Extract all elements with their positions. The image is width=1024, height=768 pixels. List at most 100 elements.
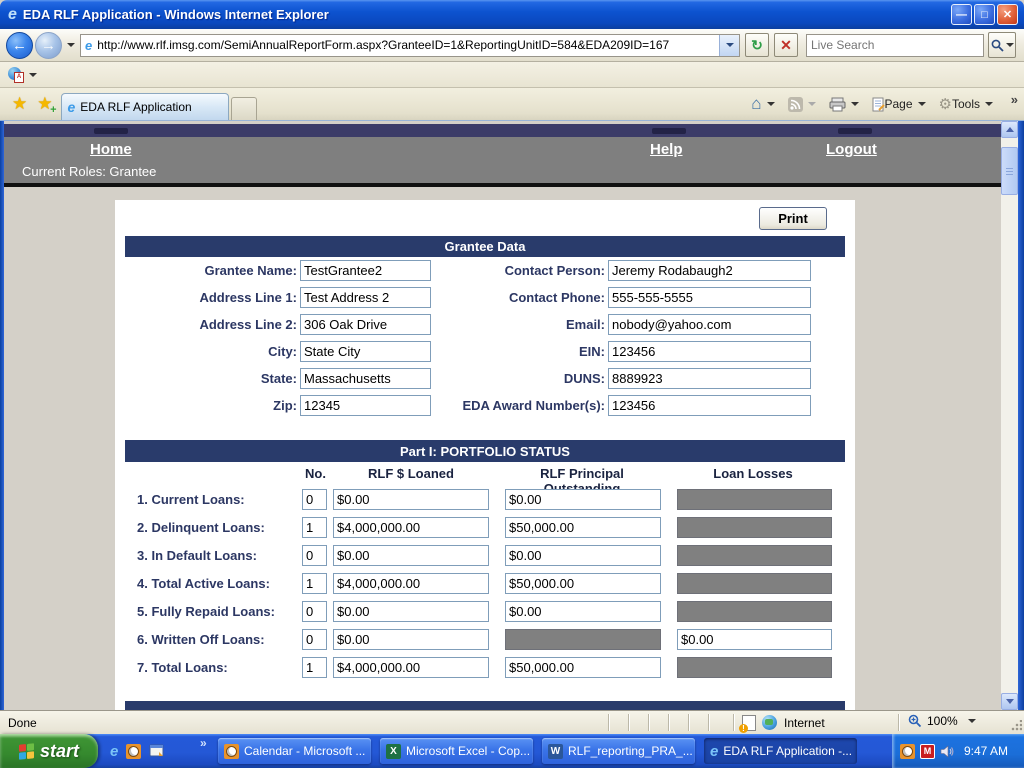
search-options-icon[interactable] (1005, 43, 1014, 47)
taskbar-button-word[interactable]: W RLF_reporting_PRA_... (542, 738, 695, 764)
minimize-button[interactable]: — (951, 4, 972, 25)
written-off-loans-no[interactable] (302, 629, 327, 650)
maximize-button[interactable]: □ (974, 4, 995, 25)
add-favorite-icon[interactable]: ★ + (37, 94, 56, 116)
pdf-dropdown-icon[interactable] (29, 72, 37, 77)
default-loans-loaned[interactable] (333, 545, 489, 566)
protected-mode-icon[interactable] (739, 715, 756, 733)
show-desktop-icon[interactable] (149, 744, 165, 758)
email-field[interactable] (608, 314, 811, 335)
total-loans-principal[interactable] (505, 657, 661, 678)
scroll-down-button[interactable] (1001, 693, 1018, 710)
row-label: 1. Current Loans: (137, 492, 245, 507)
zoom-dropdown-icon[interactable] (967, 719, 976, 723)
grantee-name-field[interactable] (300, 260, 431, 281)
total-active-loans-loaned[interactable] (333, 573, 489, 594)
calendar-app-icon (224, 743, 239, 759)
delinquent-loans-no[interactable] (302, 517, 327, 538)
home-button[interactable]: ⌂ (749, 92, 781, 116)
delinquent-loans-principal[interactable] (505, 517, 661, 538)
ein-label: EIN: (579, 344, 605, 359)
feeds-button[interactable] (786, 95, 823, 114)
word-app-icon: W (548, 743, 563, 759)
tab-eda-rlf-application[interactable]: e EDA RLF Application (60, 93, 229, 120)
search-input[interactable] (807, 38, 983, 52)
taskbar-button-label: RLF_reporting_PRA_... (568, 744, 693, 758)
scroll-up-button[interactable] (1001, 121, 1018, 138)
taskbar-button-calendar[interactable]: Calendar - Microsoft ... (218, 738, 371, 764)
zip-field[interactable] (300, 395, 431, 416)
total-active-loans-no[interactable] (302, 573, 327, 594)
start-button[interactable]: start (0, 734, 98, 768)
fully-repaid-loans-losses-disabled (677, 601, 832, 622)
convert-to-pdf-icon[interactable]: A (8, 66, 24, 83)
quick-launch-overflow-icon[interactable]: » (200, 736, 207, 750)
default-loans-principal[interactable] (505, 545, 661, 566)
nav-home-link[interactable]: Home (90, 141, 132, 158)
default-loans-losses-disabled (677, 545, 832, 566)
tray-mcafee-icon[interactable]: M (920, 743, 935, 759)
written-off-loans-principal-disabled (505, 629, 661, 650)
live-search-box[interactable] (806, 33, 984, 57)
eda-award-number-label: EDA Award Number(s): (462, 398, 605, 413)
fully-repaid-loans-loaned[interactable] (333, 601, 489, 622)
total-loans-no[interactable] (302, 657, 327, 678)
history-dropdown-icon[interactable] (67, 43, 75, 47)
volume-icon[interactable] (940, 744, 955, 758)
toolbar-overflow-icon[interactable]: » (1011, 92, 1018, 107)
nav-help-link[interactable]: Help (650, 141, 683, 158)
address-bar[interactable]: e http://www.rlf.imsg.com/SemiAnnualRepo… (80, 33, 740, 57)
window-title: EDA RLF Application - Windows Internet E… (22, 7, 329, 22)
city-field[interactable] (300, 341, 431, 362)
address-line-2-field[interactable] (300, 314, 431, 335)
resize-grip[interactable] (1010, 720, 1022, 732)
contact-phone-field[interactable] (608, 287, 811, 308)
address-url[interactable]: http://www.rlf.imsg.com/SemiAnnualReport… (97, 38, 719, 52)
zoom-control[interactable]: 100% (908, 714, 981, 728)
default-loans-no[interactable] (302, 545, 327, 566)
state-field[interactable] (300, 368, 431, 389)
current-loans-no[interactable] (302, 489, 327, 510)
back-button[interactable]: ← (6, 31, 33, 59)
delinquent-loans-loaned[interactable] (333, 517, 489, 538)
stop-button[interactable]: ✕ (774, 33, 798, 57)
ie-app-icon: e (710, 742, 719, 760)
fully-repaid-loans-principal[interactable] (505, 601, 661, 622)
written-off-loans-loaned[interactable] (333, 629, 489, 650)
favorites-center-icon[interactable]: ★ (12, 94, 27, 114)
nav-logout-link[interactable]: Logout (826, 141, 877, 158)
page-menu-icon (872, 97, 885, 111)
forward-button[interactable]: → (35, 31, 62, 59)
print-menu-button[interactable] (827, 95, 866, 114)
quick-launch-calendar-icon[interactable] (126, 743, 142, 759)
taskbar-button-excel[interactable]: X Microsoft Excel - Cop... (380, 738, 533, 764)
contact-person-field[interactable] (608, 260, 811, 281)
written-off-loans-losses[interactable] (677, 629, 832, 650)
duns-field[interactable] (608, 368, 811, 389)
system-tray: M 9:47 AM (892, 734, 1024, 768)
new-tab-button[interactable] (230, 97, 257, 120)
print-button[interactable]: Print (759, 207, 827, 230)
vertical-scrollbar[interactable] (1001, 121, 1018, 710)
tray-calendar-icon[interactable] (900, 743, 915, 759)
scrollbar-thumb[interactable] (1001, 147, 1018, 195)
quick-launch-ie-icon[interactable]: e (110, 743, 118, 760)
address-line-1-field[interactable] (300, 287, 431, 308)
taskbar-button-ie-active[interactable]: e EDA RLF Application -... (704, 738, 857, 764)
search-go-button[interactable] (988, 32, 1016, 58)
address-dropdown-button[interactable] (719, 34, 739, 56)
total-active-loans-principal[interactable] (505, 573, 661, 594)
fully-repaid-loans-no[interactable] (302, 601, 327, 622)
current-loans-principal[interactable] (505, 489, 661, 510)
city-label: City: (268, 344, 297, 359)
ein-field[interactable] (608, 341, 811, 362)
row-label: 5. Fully Repaid Loans: (137, 604, 275, 619)
tools-menu-button[interactable]: ⚙ Tools (937, 93, 1000, 115)
eda-award-number-field[interactable] (608, 395, 811, 416)
current-loans-loaned[interactable] (333, 489, 489, 510)
close-button[interactable]: ✕ (997, 4, 1018, 25)
total-loans-loaned[interactable] (333, 657, 489, 678)
refresh-button[interactable]: ↻ (745, 33, 769, 57)
page-menu-button[interactable]: Page (870, 95, 933, 114)
taskbar-button-label: Microsoft Excel - Cop... (406, 744, 531, 758)
